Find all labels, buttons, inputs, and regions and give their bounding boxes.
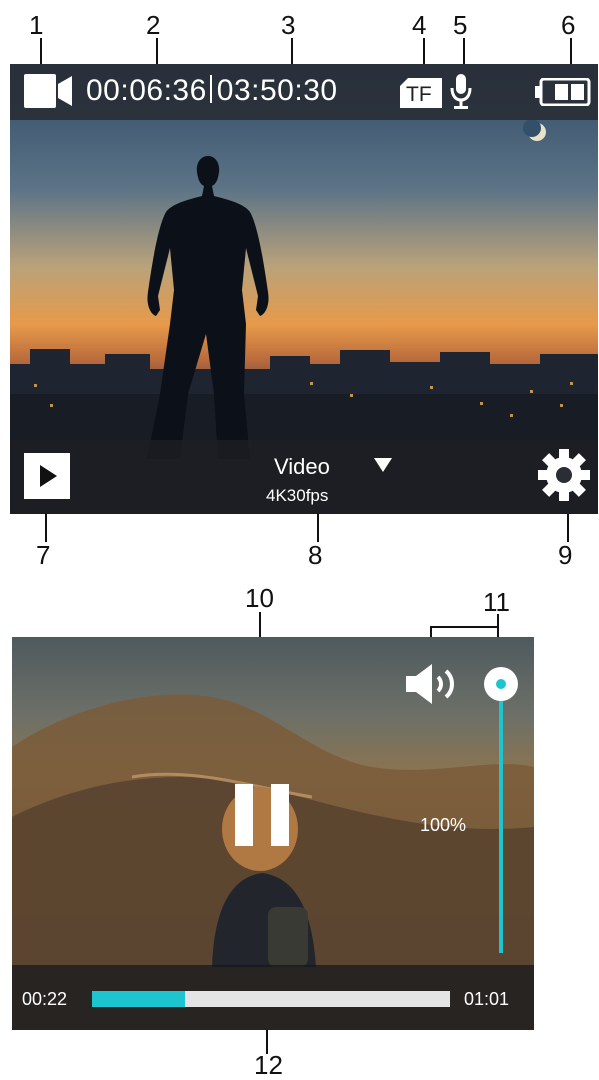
callout-2: 2: [146, 10, 161, 40]
battery-icon: [535, 78, 591, 106]
tf-card-label: TF: [406, 83, 432, 106]
callout-9: 9: [558, 540, 573, 570]
callout-line-8: [317, 512, 319, 542]
gear-icon[interactable]: [538, 449, 590, 501]
callout-4: 4: [412, 10, 427, 40]
remaining-time: 03:50:30: [216, 74, 338, 107]
callout-10: 10: [245, 583, 274, 613]
triangle-down-icon[interactable]: [374, 458, 392, 472]
volume-level-label: 100%: [420, 815, 467, 835]
speaker-icon[interactable]: [406, 664, 460, 704]
callout-7: 7: [36, 540, 51, 570]
recording-screen: 00:06:36 03:50:30 TF Video 4K30fps: [10, 64, 598, 514]
resolution-label: 4K30fps: [266, 486, 329, 505]
callout-5: 5: [453, 10, 468, 40]
volume-knob-dot: [496, 679, 506, 689]
callout-line-3: [291, 38, 293, 66]
callout-line-9: [567, 512, 569, 542]
recording-timer: 00:06:36 03:50:30: [86, 74, 338, 108]
callout-line-7: [45, 512, 47, 542]
callout-12: 12: [254, 1050, 283, 1080]
timer-separator: [209, 75, 212, 103]
current-time: 00:22: [22, 989, 68, 1009]
playback-screen: 100% 00:22 01:01: [12, 637, 534, 1030]
volume-slider-knob[interactable]: [484, 667, 518, 701]
video-camera-icon[interactable]: [24, 74, 72, 108]
microphone-icon: [450, 74, 472, 109]
total-time: 01:01: [464, 989, 510, 1009]
callout-6: 6: [561, 10, 576, 40]
pause-button[interactable]: [235, 784, 289, 846]
callout-11: 11: [483, 587, 510, 617]
callout-8: 8: [308, 540, 323, 570]
play-icon: [40, 465, 57, 487]
pause-icon-bar-left: [235, 784, 253, 846]
progress-fill: [92, 991, 186, 1007]
callout-3: 3: [281, 10, 296, 40]
playback-button[interactable]: [24, 453, 70, 499]
progress-track[interactable]: [92, 991, 450, 1007]
volume-slider-track[interactable]: [499, 693, 503, 953]
mode-selector-label[interactable]: Video: [274, 454, 330, 480]
callout-1: 1: [29, 10, 44, 40]
tf-card-icon: TF: [400, 78, 442, 108]
callout-line-2: [156, 38, 158, 66]
callout-line-1: [40, 38, 42, 66]
callout-bracket-11: [430, 626, 499, 628]
pause-icon-bar-right: [271, 784, 289, 846]
elapsed-time: 00:06:36: [86, 74, 207, 107]
